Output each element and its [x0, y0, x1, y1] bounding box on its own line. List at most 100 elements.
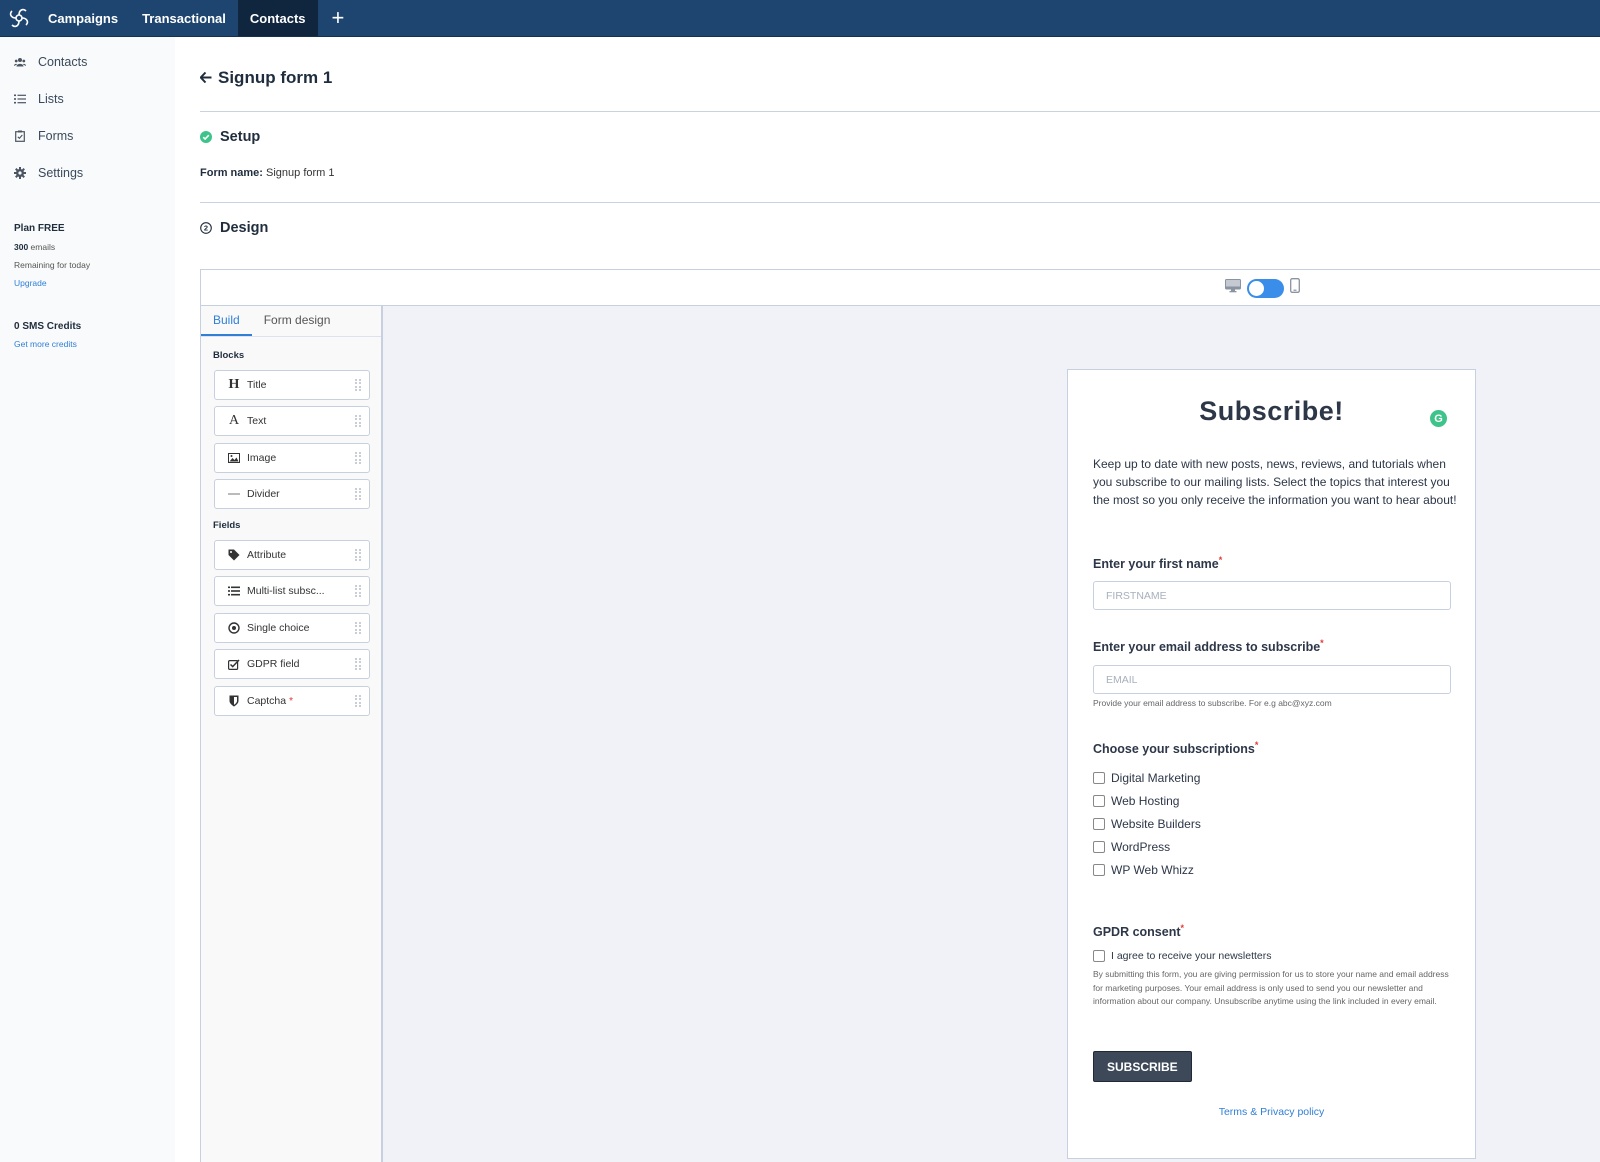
editor-toolbar [201, 270, 1600, 306]
drag-handle-icon[interactable] [355, 622, 361, 634]
field-single-choice[interactable]: Single choice [214, 613, 370, 643]
checkbox[interactable] [1093, 772, 1105, 784]
gdpr-consent-checkbox[interactable]: I agree to receive your newsletters [1093, 950, 1272, 962]
block-divider[interactable]: Divider [214, 479, 370, 509]
device-toggle[interactable] [1247, 278, 1284, 298]
terms-privacy-link[interactable]: Terms & Privacy policy [1068, 1106, 1475, 1118]
upgrade-link[interactable]: Upgrade [14, 278, 47, 288]
sidebar-item-contacts[interactable]: Contacts [14, 55, 87, 69]
first-name-input[interactable]: FIRSTNAME [1093, 581, 1451, 610]
drag-handle-icon[interactable] [355, 415, 361, 427]
block-title[interactable]: H Title [214, 370, 370, 400]
step-number-icon: 2 [200, 222, 212, 234]
sidebar: Contacts Lists Forms Settings Plan FREE … [0, 37, 175, 1162]
sidebar-item-label: Lists [38, 92, 64, 106]
first-name-label: Enter your first name* [1093, 555, 1222, 571]
checkbox[interactable] [1093, 841, 1105, 853]
sidebar-item-label: Forms [38, 129, 74, 143]
emails-count: 300 [14, 242, 29, 252]
design-section-title[interactable]: 2 Design [200, 220, 268, 236]
field-label: Single choice [247, 622, 310, 634]
option-label: Website Builders [1111, 817, 1201, 831]
nav-campaigns[interactable]: Campaigns [36, 0, 130, 36]
divider [200, 202, 1600, 203]
drag-handle-icon[interactable] [355, 695, 361, 707]
tab-form-design[interactable]: Form design [252, 306, 343, 336]
brand-logo[interactable] [2, 0, 36, 36]
heading-icon: H [228, 377, 240, 392]
required-asterisk: * [1254, 740, 1259, 750]
field-captcha[interactable]: Captcha * [214, 686, 370, 716]
drag-handle-icon[interactable] [355, 658, 361, 670]
field-multi-list[interactable]: Multi-list subsc... [214, 576, 370, 606]
field-attribute[interactable]: Attribute [214, 540, 370, 570]
first-name-label-text: Enter your first name [1093, 557, 1219, 572]
page-title-text: Signup form 1 [218, 68, 333, 87]
drag-handle-icon[interactable] [355, 585, 361, 597]
plan-emails: 300 emails [14, 242, 55, 252]
nav-transactional[interactable]: Transactional [130, 0, 238, 36]
divider-icon [227, 492, 241, 496]
block-image[interactable]: Image [214, 443, 370, 473]
gear-icon [14, 167, 26, 179]
desktop-icon[interactable] [1225, 278, 1241, 298]
subscription-option[interactable]: Website Builders [1093, 817, 1201, 831]
mobile-icon[interactable] [1290, 278, 1300, 298]
field-label: Attribute [247, 549, 287, 561]
email-label: Enter your email address to subscribe* [1093, 638, 1324, 654]
option-label: WordPress [1111, 840, 1171, 854]
drag-handle-icon[interactable] [355, 452, 361, 464]
form-title[interactable]: Subscribe! [1068, 396, 1475, 427]
subscription-option[interactable]: WordPress [1093, 840, 1170, 854]
tag-icon [227, 549, 241, 561]
get-more-credits-link[interactable]: Get more credits [14, 339, 77, 349]
option-label: Digital Marketing [1111, 771, 1201, 785]
email-input[interactable]: EMAIL [1093, 665, 1451, 694]
grammarly-icon[interactable]: G [1430, 410, 1447, 427]
add-tab-button[interactable]: + [318, 0, 359, 36]
checkbox[interactable] [1093, 795, 1105, 807]
fields-label: Fields [213, 520, 241, 531]
image-icon [227, 453, 241, 463]
sidebar-item-label: Contacts [38, 55, 88, 69]
gdpr-label: GPDR consent* [1093, 923, 1184, 939]
checkbox[interactable] [1093, 950, 1105, 962]
sidebar-item-lists[interactable]: Lists [14, 92, 64, 106]
drag-handle-icon[interactable] [355, 379, 361, 391]
form-description[interactable]: Keep up to date with new posts, news, re… [1093, 455, 1458, 509]
step-number: 2 [204, 224, 208, 233]
subscribe-button[interactable]: SUBSCRIBE [1093, 1051, 1192, 1082]
option-label: WP Web Whizz [1111, 863, 1194, 877]
drag-handle-icon[interactable] [355, 488, 361, 500]
subscription-option[interactable]: Web Hosting [1093, 794, 1179, 808]
checkbox[interactable] [1093, 864, 1105, 876]
tab-build[interactable]: Build [201, 306, 252, 336]
subscription-option[interactable]: WP Web Whizz [1093, 863, 1194, 877]
required-asterisk: * [1320, 638, 1324, 648]
users-icon [14, 56, 26, 68]
block-text[interactable]: A Text [214, 406, 370, 436]
block-label: Divider [247, 488, 280, 500]
checkbox[interactable] [1093, 818, 1105, 830]
setup-section-title[interactable]: Setup [200, 129, 260, 145]
field-label: Multi-list subsc... [247, 585, 325, 597]
list-icon [14, 93, 26, 105]
field-gdpr[interactable]: GDPR field [214, 649, 370, 679]
subscription-option[interactable]: Digital Marketing [1093, 771, 1200, 785]
back-arrow-icon[interactable] [199, 70, 212, 87]
sidebar-item-forms[interactable]: Forms [14, 129, 73, 143]
sidebar-item-settings[interactable]: Settings [14, 166, 83, 180]
build-panel: Build Form design Blocks H Title A Text … [201, 306, 383, 1162]
checkbox-icon [227, 658, 241, 670]
main-content: Signup form 1 Setup Form name: Signup fo… [175, 37, 1600, 1162]
divider [200, 111, 1600, 112]
sms-credits: 0 SMS Credits [14, 321, 82, 332]
gdpr-legal-text: By submitting this form, you are giving … [1093, 969, 1449, 1006]
required-asterisk: * [289, 695, 294, 707]
email-hint: Provide your email address to subscribe.… [1093, 698, 1332, 708]
nav-contacts[interactable]: Contacts [237, 0, 318, 36]
drag-handle-icon[interactable] [355, 549, 361, 561]
emails-label: emails [28, 242, 56, 252]
gdpr-label-text: GPDR consent [1093, 925, 1181, 940]
field-label: Captcha [247, 695, 287, 707]
